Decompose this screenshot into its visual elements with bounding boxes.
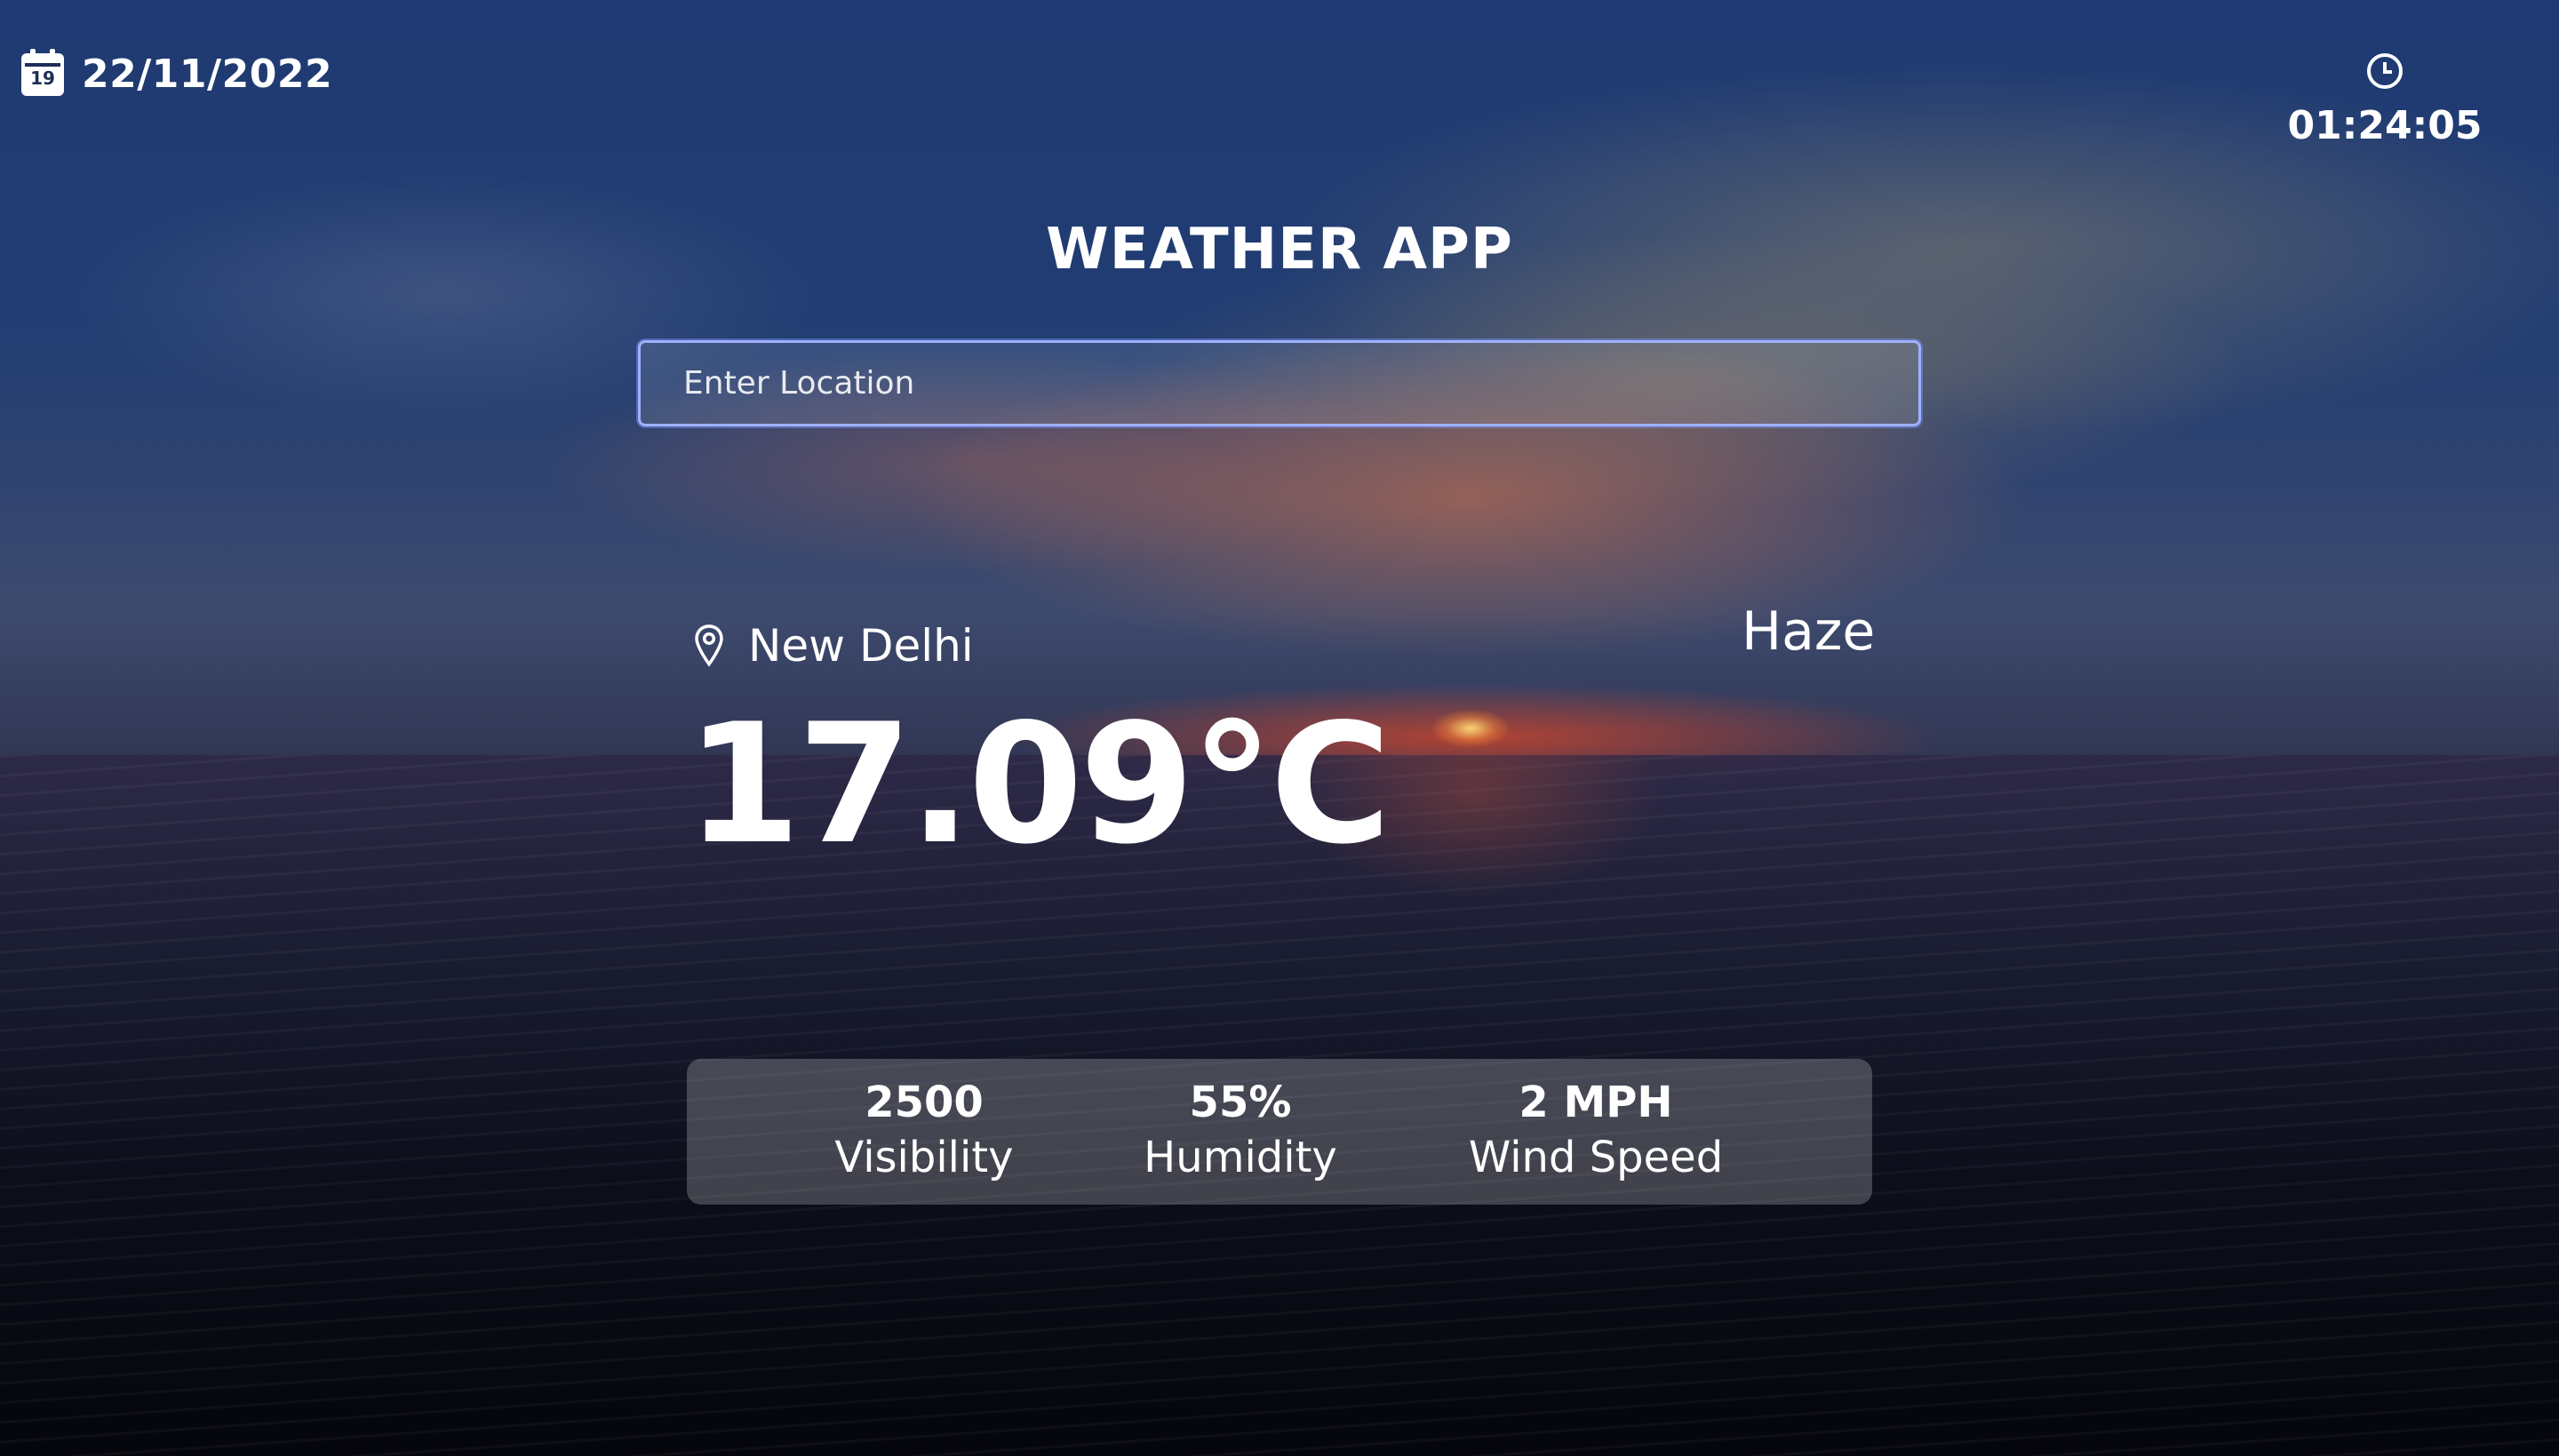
weather-app-screen: 19 22/11/2022 01:24:05 WEATHER APP New D… <box>0 0 2559 1456</box>
wind-speed-value: 2 MPH <box>1519 1078 1673 1127</box>
calendar-icon: 19 <box>21 48 64 96</box>
location-name: New Delhi <box>748 620 974 672</box>
temperature-reading: 17.09°C <box>686 688 1391 880</box>
location-pin-icon <box>695 625 723 667</box>
visibility-label: Visibility <box>834 1133 1014 1183</box>
app-title: WEATHER APP <box>1046 217 1513 282</box>
weather-stats-panel: 2500 Visibility 55% Humidity 2 MPH Wind … <box>687 1059 1872 1205</box>
humidity-label: Humidity <box>1144 1133 1337 1183</box>
location-row: New Delhi <box>693 620 974 672</box>
stat-wind-speed: 2 MPH Wind Speed <box>1454 1075 1738 1186</box>
calendar-icon-day: 19 <box>30 67 55 89</box>
visibility-value: 2500 <box>865 1078 984 1127</box>
humidity-value: 55% <box>1189 1078 1292 1127</box>
stat-humidity: 55% Humidity <box>1098 1075 1383 1186</box>
time-display: 01:24:05 <box>2287 53 2483 148</box>
background-sun <box>1431 702 1511 755</box>
clock-icon <box>2367 53 2403 89</box>
location-search-input[interactable] <box>638 340 1921 426</box>
current-time: 01:24:05 <box>2287 103 2483 148</box>
current-date: 22/11/2022 <box>82 52 333 97</box>
wind-speed-label: Wind Speed <box>1468 1133 1724 1183</box>
stat-visibility: 2500 Visibility <box>782 1075 1066 1186</box>
weather-condition: Haze <box>1742 601 1876 663</box>
date-display: 19 22/11/2022 <box>21 48 333 97</box>
calendar-icon-band <box>25 62 60 67</box>
